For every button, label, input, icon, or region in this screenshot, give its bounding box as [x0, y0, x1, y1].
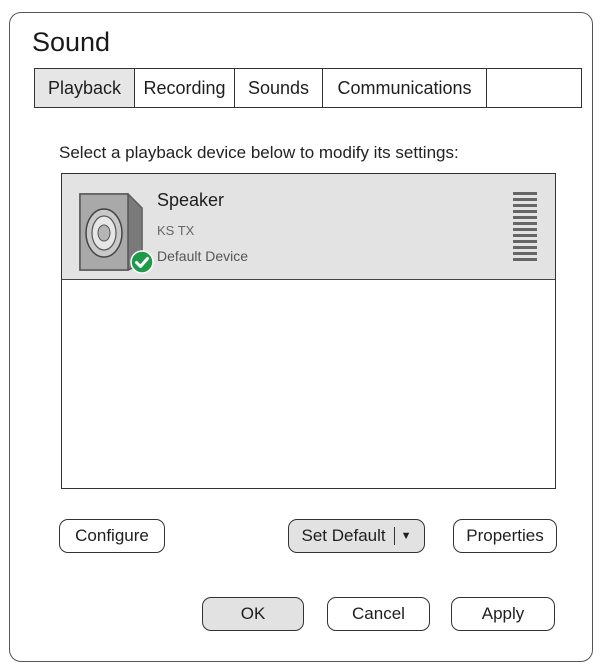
chevron-down-icon[interactable]: ▼	[401, 530, 412, 542]
dialog-title: Sound	[32, 27, 111, 57]
configure-button[interactable]: Configure	[59, 519, 165, 553]
level-meter-icon	[513, 192, 537, 261]
tab-recording[interactable]: Recording	[135, 69, 235, 107]
tab-communications[interactable]: Communications	[323, 69, 487, 107]
sound-dialog: Sound Playback Recording Sounds Communic…	[9, 12, 593, 662]
ok-button[interactable]: OK	[202, 597, 304, 631]
instruction-text: Select a playback device below to modify…	[59, 143, 459, 162]
apply-button[interactable]: Apply	[451, 597, 555, 631]
tab-bar: Playback Recording Sounds Communications	[34, 68, 582, 108]
tab-bar-filler	[487, 69, 581, 107]
default-check-icon	[130, 250, 154, 274]
properties-button[interactable]: Properties	[453, 519, 557, 553]
split-divider	[393, 527, 395, 545]
cancel-button[interactable]: Cancel	[327, 597, 430, 631]
device-row-speaker[interactable]: Speaker KS TX Default Device	[62, 174, 555, 280]
tab-playback[interactable]: Playback	[35, 69, 135, 107]
set-default-button[interactable]: Set Default ▼	[288, 519, 425, 553]
device-name: Speaker	[157, 190, 225, 210]
device-subtitle: KS TX	[157, 223, 195, 238]
device-list[interactable]: Speaker KS TX Default Device	[61, 173, 556, 489]
set-default-label: Set Default	[301, 526, 386, 545]
tab-sounds[interactable]: Sounds	[235, 69, 323, 107]
device-status: Default Device	[157, 248, 249, 264]
